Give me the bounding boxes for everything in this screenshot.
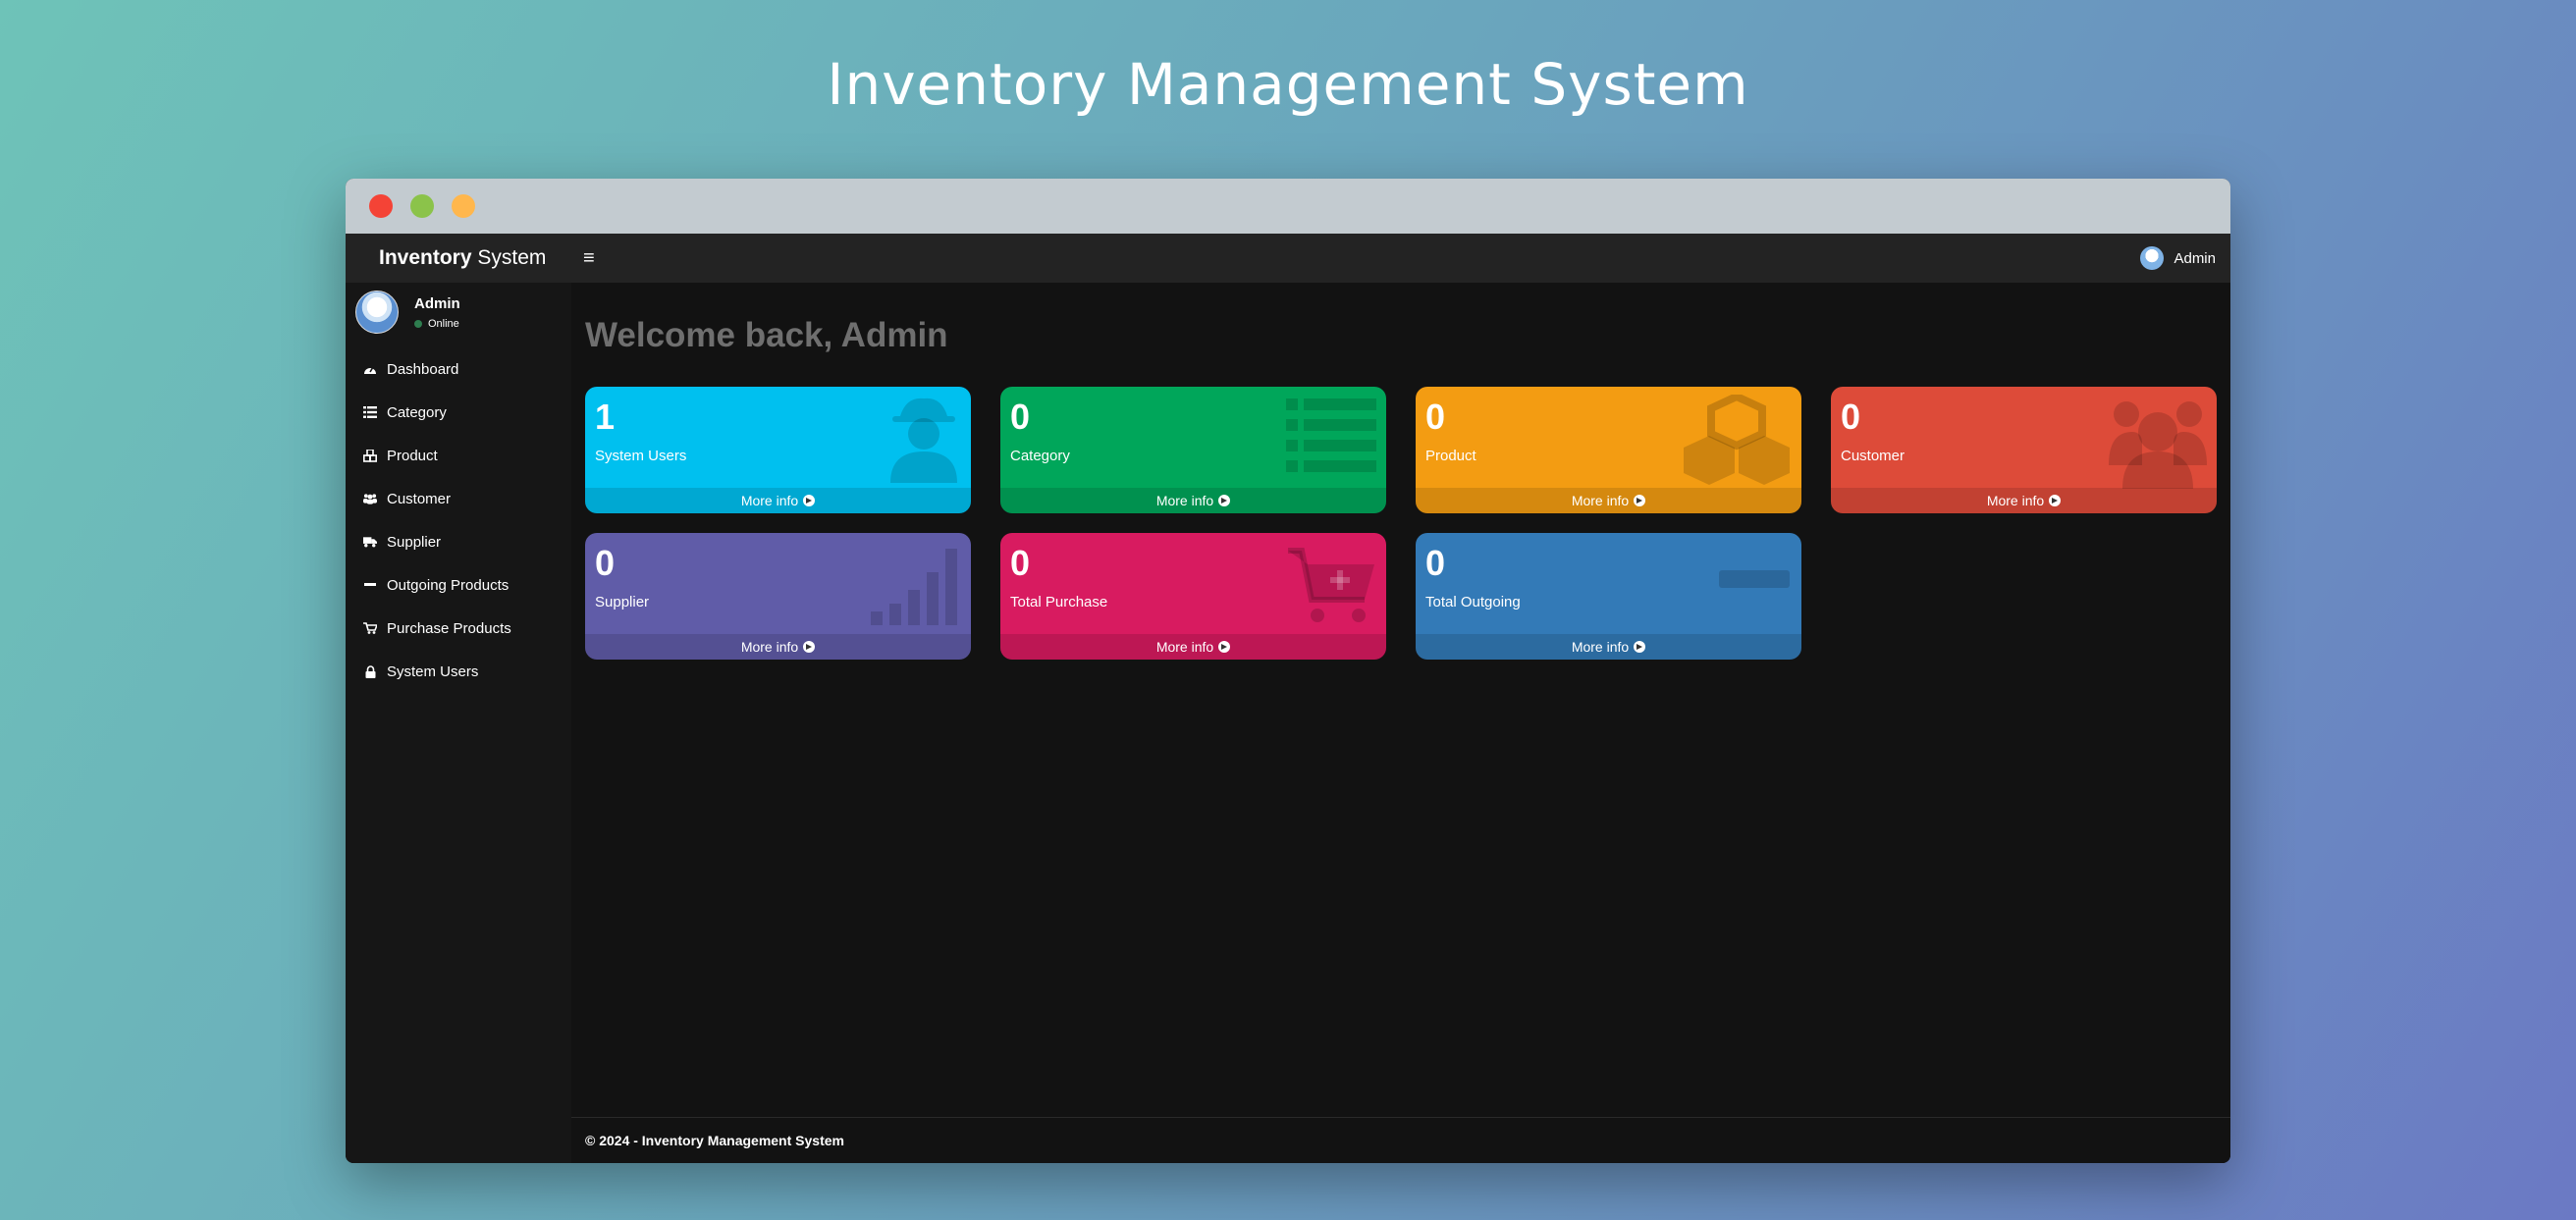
- sidebar-user-panel: Admin Online: [346, 283, 571, 342]
- card-value: 0: [1010, 397, 1031, 437]
- top-navbar: Inventory System ≡ Admin: [346, 234, 2230, 283]
- card-value: 0: [1010, 543, 1031, 583]
- sidebar-user-name: Admin: [414, 294, 460, 312]
- arrow-circle-right-icon: [1634, 641, 1646, 653]
- more-info-button[interactable]: More info: [585, 634, 971, 660]
- status-badge: Online: [414, 318, 460, 330]
- sidebar-item-label: Purchase Products: [387, 619, 511, 637]
- card-value: 0: [1425, 543, 1446, 583]
- sidebar-item-outgoing-products[interactable]: Outgoing Products: [346, 563, 571, 607]
- cubes-icon: [1684, 395, 1790, 485]
- sidebar-item-customer[interactable]: Customer: [346, 477, 571, 520]
- sidebar-item-product[interactable]: Product: [346, 434, 571, 477]
- sidebar-item-label: Outgoing Products: [387, 576, 510, 594]
- more-info-button[interactable]: More info: [585, 488, 971, 513]
- menu-toggle-icon[interactable]: ≡: [583, 247, 595, 270]
- card-label: Product: [1425, 448, 1476, 464]
- card-label: Customer: [1841, 448, 1905, 464]
- more-info-label: More info: [1155, 639, 1214, 655]
- card-value: 0: [1425, 397, 1446, 437]
- card-system-users: 1 System Users More info: [585, 387, 971, 513]
- brand-rest: System: [471, 246, 547, 269]
- card-total-purchase: 0 Total Purchase More info: [1000, 533, 1386, 660]
- lock-icon: [363, 664, 377, 678]
- minimize-window-dot[interactable]: [452, 194, 475, 218]
- users-icon: [2109, 401, 2207, 489]
- card-product: 0 Product More info: [1416, 387, 1801, 513]
- list-icon: [363, 405, 377, 419]
- more-info-label: More info: [1571, 639, 1630, 655]
- cart-icon: [363, 621, 377, 635]
- brand-bold: Inventory: [379, 246, 472, 269]
- sidebar: Admin Online Dashboard Category Product: [346, 283, 571, 1163]
- users-icon: [363, 492, 377, 505]
- page-footer: © 2024 - Inventory Management System: [571, 1117, 2230, 1163]
- arrow-circle-right-icon: [803, 495, 816, 506]
- status-text: Online: [428, 317, 459, 330]
- card-category: 0 Category More info: [1000, 387, 1386, 513]
- sidebar-item-purchase-products[interactable]: Purchase Products: [346, 607, 571, 650]
- sidebar-item-supplier[interactable]: Supplier: [346, 520, 571, 563]
- cubes-icon: [363, 449, 377, 462]
- card-label: System Users: [595, 448, 687, 464]
- more-info-button[interactable]: More info: [1000, 634, 1386, 660]
- more-info-button[interactable]: More info: [1000, 488, 1386, 513]
- minus-icon: [363, 578, 377, 592]
- arrow-circle-right-icon: [1218, 495, 1231, 506]
- bar-chart-icon: [871, 549, 957, 625]
- more-info-button[interactable]: More info: [1416, 634, 1801, 660]
- sidebar-item-system-users[interactable]: System Users: [346, 650, 571, 693]
- card-customer: 0 Customer More info: [1831, 387, 2217, 513]
- sidebar-item-label: Customer: [387, 490, 452, 507]
- card-supplier: 0 Supplier More info: [585, 533, 971, 660]
- arrow-circle-right-icon: [2049, 495, 2062, 506]
- card-total-outgoing: 0 Total Outgoing More info: [1416, 533, 1801, 660]
- truck-icon: [363, 535, 377, 549]
- user-secret-icon: [890, 398, 957, 483]
- card-label: Category: [1010, 448, 1070, 464]
- top-user-name: Admin: [2174, 249, 2216, 267]
- window-titlebar: [346, 179, 2230, 234]
- online-dot-icon: [414, 319, 422, 328]
- sidebar-item-label: Supplier: [387, 533, 442, 551]
- cart-plus-icon: [1288, 548, 1374, 622]
- arrow-circle-right-icon: [803, 641, 816, 653]
- avatar: [355, 291, 399, 334]
- arrow-circle-right-icon: [1634, 495, 1646, 506]
- card-label: Total Purchase: [1010, 594, 1108, 610]
- more-info-button[interactable]: More info: [1831, 488, 2217, 513]
- more-info-button[interactable]: More info: [1416, 488, 1801, 513]
- sidebar-item-label: Product: [387, 447, 438, 464]
- page-title: Welcome back, Admin: [585, 316, 948, 354]
- avatar: [2140, 246, 2165, 270]
- dashboard-icon: [363, 362, 377, 376]
- card-value: 1: [595, 397, 616, 437]
- sidebar-item-label: Category: [387, 403, 447, 421]
- maximize-window-dot[interactable]: [410, 194, 434, 218]
- card-label: Supplier: [595, 594, 650, 610]
- sidebar-item-dashboard[interactable]: Dashboard: [346, 347, 571, 391]
- more-info-label: More info: [1155, 493, 1214, 508]
- card-value: 0: [595, 543, 616, 583]
- more-info-label: More info: [1986, 493, 2045, 508]
- more-info-label: More info: [740, 493, 799, 508]
- sidebar-item-label: System Users: [387, 663, 479, 680]
- top-user-menu[interactable]: Admin: [2140, 246, 2216, 270]
- browser-window: Inventory System ≡ Admin Admin Online Da…: [346, 179, 2230, 1163]
- card-label: Total Outgoing: [1425, 594, 1521, 610]
- arrow-circle-right-icon: [1218, 641, 1231, 653]
- sidebar-item-category[interactable]: Category: [346, 391, 571, 434]
- card-value: 0: [1841, 397, 1861, 437]
- brand-logo[interactable]: Inventory System: [346, 246, 571, 270]
- minus-icon: [1719, 570, 1790, 588]
- main-content: Welcome back, Admin 1 System Users More …: [571, 283, 2230, 1117]
- more-info-label: More info: [740, 639, 799, 655]
- list-icon: [1286, 398, 1376, 472]
- more-info-label: More info: [1571, 493, 1630, 508]
- sidebar-item-label: Dashboard: [387, 360, 459, 378]
- sidebar-menu: Dashboard Category Product Customer Supp…: [346, 347, 571, 693]
- close-window-dot[interactable]: [369, 194, 393, 218]
- page-heading: Inventory Management System: [827, 51, 1749, 118]
